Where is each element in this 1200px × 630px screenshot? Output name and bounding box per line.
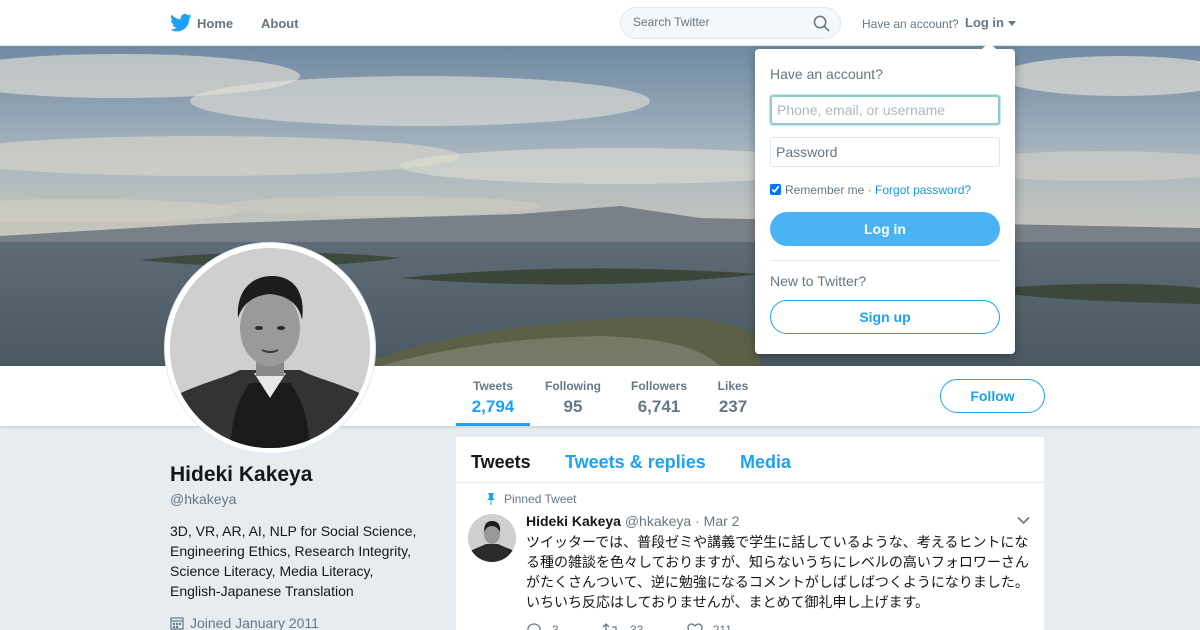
have-account-label: Have an account?: [862, 17, 959, 31]
retweet-icon: [602, 623, 617, 630]
chevron-down-icon[interactable]: [1017, 516, 1030, 525]
tab-media[interactable]: Media: [740, 452, 791, 473]
search-icon[interactable]: [813, 15, 830, 32]
retweet-action[interactable]: 33: [602, 623, 643, 630]
login-dropdown: Have an account? Remember me · Forgot pa…: [755, 42, 1015, 354]
remember-separator: ·: [867, 183, 872, 197]
forgot-password-link[interactable]: Forgot password?: [875, 183, 971, 197]
twitter-bird-icon[interactable]: [170, 13, 192, 33]
bio-line: Science Literacy, Media Literacy,: [170, 563, 374, 579]
stat-followers[interactable]: Followers 6,741: [629, 379, 689, 417]
profile-name[interactable]: Hideki Kakeya: [170, 463, 312, 487]
stat-likes[interactable]: Likes 237: [715, 379, 751, 417]
login-button[interactable]: Log in: [770, 212, 1000, 246]
tweet-avatar-image: [468, 514, 516, 562]
search-input[interactable]: [633, 15, 803, 29]
stat-value: 2,794: [471, 397, 515, 416]
tab-tweets[interactable]: Tweets: [471, 452, 531, 473]
remember-checkbox[interactable]: [770, 184, 781, 195]
signup-button[interactable]: Sign up: [770, 300, 1000, 334]
bio-line: 3D, VR, AR, AI, NLP for Social Science,: [170, 523, 417, 539]
tweet-text-line: る種の雑談を色々しておりますが、知らないうちにレベルの高いフォロワーさん: [526, 555, 1029, 571]
stat-value: 237: [718, 397, 748, 416]
new-to-twitter-label: New to Twitter?: [770, 273, 867, 289]
profile-handle[interactable]: @hkakeya: [170, 491, 236, 507]
reply-count: 3: [552, 623, 559, 630]
tweet-date[interactable]: Mar 2: [704, 513, 740, 529]
nav-about-link[interactable]: About: [261, 16, 299, 31]
tweet-avatar[interactable]: [468, 514, 516, 562]
tweet-text-line: いちいち反応はしておりませんが、まとめて御礼申し上げます。: [526, 595, 930, 611]
stat-label: Likes: [717, 379, 749, 393]
tweet-author-handle[interactable]: @hkakeya: [625, 513, 691, 529]
profile-bio: 3D, VR, AR, AI, NLP for Social Science, …: [170, 521, 430, 601]
stat-value: 95: [563, 397, 583, 416]
joined-label: Joined January 2011: [190, 615, 319, 630]
tweet[interactable]: Pinned Tweet Hideki Kakeya @hkakeya · Ma…: [456, 484, 1044, 630]
tweet-text-line: ツイッターでは、普段ゼミや講義で学生に話しているような、考えるヒントにな: [526, 535, 1029, 551]
joined-date: Joined January 2011: [170, 615, 319, 630]
like-action[interactable]: 211: [687, 623, 732, 630]
remember-label[interactable]: Remember me: [785, 183, 864, 197]
login-dropdown-toggle[interactable]: Log in: [965, 15, 1004, 30]
caret-down-icon[interactable]: [1008, 21, 1016, 26]
stat-label: Followers: [630, 379, 687, 393]
stat-label: Following: [545, 379, 601, 393]
search-box[interactable]: [620, 7, 841, 39]
pinned-label: Pinned Tweet: [504, 492, 577, 506]
dropdown-divider: [770, 260, 1000, 261]
timeline: Tweets Tweets & replies Media Pinned Twe…: [456, 437, 1044, 630]
pin-icon: [487, 493, 495, 505]
bio-line: Engineering Ethics, Research Integrity,: [170, 543, 411, 559]
reply-action[interactable]: 3: [526, 623, 559, 630]
active-stat-underline: [456, 423, 530, 426]
stat-tweets[interactable]: Tweets 2,794: [470, 379, 516, 417]
nav-home-link[interactable]: Home: [197, 16, 233, 31]
stat-following[interactable]: Following 95: [544, 379, 602, 417]
retweet-count: 33: [630, 623, 644, 630]
stat-label: Tweets: [473, 379, 513, 393]
tab-tweets-replies[interactable]: Tweets & replies: [565, 452, 706, 473]
follow-button[interactable]: Follow: [940, 379, 1045, 413]
heart-icon: [687, 623, 703, 630]
username-field[interactable]: [770, 95, 1000, 125]
tweet-text-line: がたくさんついて、逆に勉強になるコメントがしばしばつくようになりました。: [526, 575, 1029, 591]
avatar-portrait-image: [170, 248, 370, 448]
top-nav: Home About Have an account? Log in: [0, 0, 1200, 46]
calendar-icon: [170, 617, 184, 630]
reply-icon: [527, 623, 541, 630]
password-field[interactable]: [770, 137, 1000, 167]
login-dropdown-title: Have an account?: [770, 66, 883, 82]
like-count: 211: [712, 623, 732, 630]
profile-avatar[interactable]: [165, 243, 375, 453]
timeline-tabs: Tweets Tweets & replies Media: [456, 437, 1044, 483]
stat-value: 6,741: [637, 397, 681, 416]
bio-line: English-Japanese Translation: [170, 583, 354, 599]
remember-row: Remember me · Forgot password?: [770, 183, 971, 197]
tweet-date-separator: ·: [695, 513, 700, 529]
tweet-text: ツイッターでは、普段ゼミや講義で学生に話しているような、考えるヒントにな る種の…: [526, 533, 1036, 613]
pinned-row: Pinned Tweet: [487, 492, 577, 506]
tweet-author-name[interactable]: Hideki Kakeya: [526, 513, 621, 529]
tweet-header: Hideki Kakeya @hkakeya · Mar 2: [526, 513, 739, 529]
tweet-actions: 3 33 211: [526, 623, 772, 630]
